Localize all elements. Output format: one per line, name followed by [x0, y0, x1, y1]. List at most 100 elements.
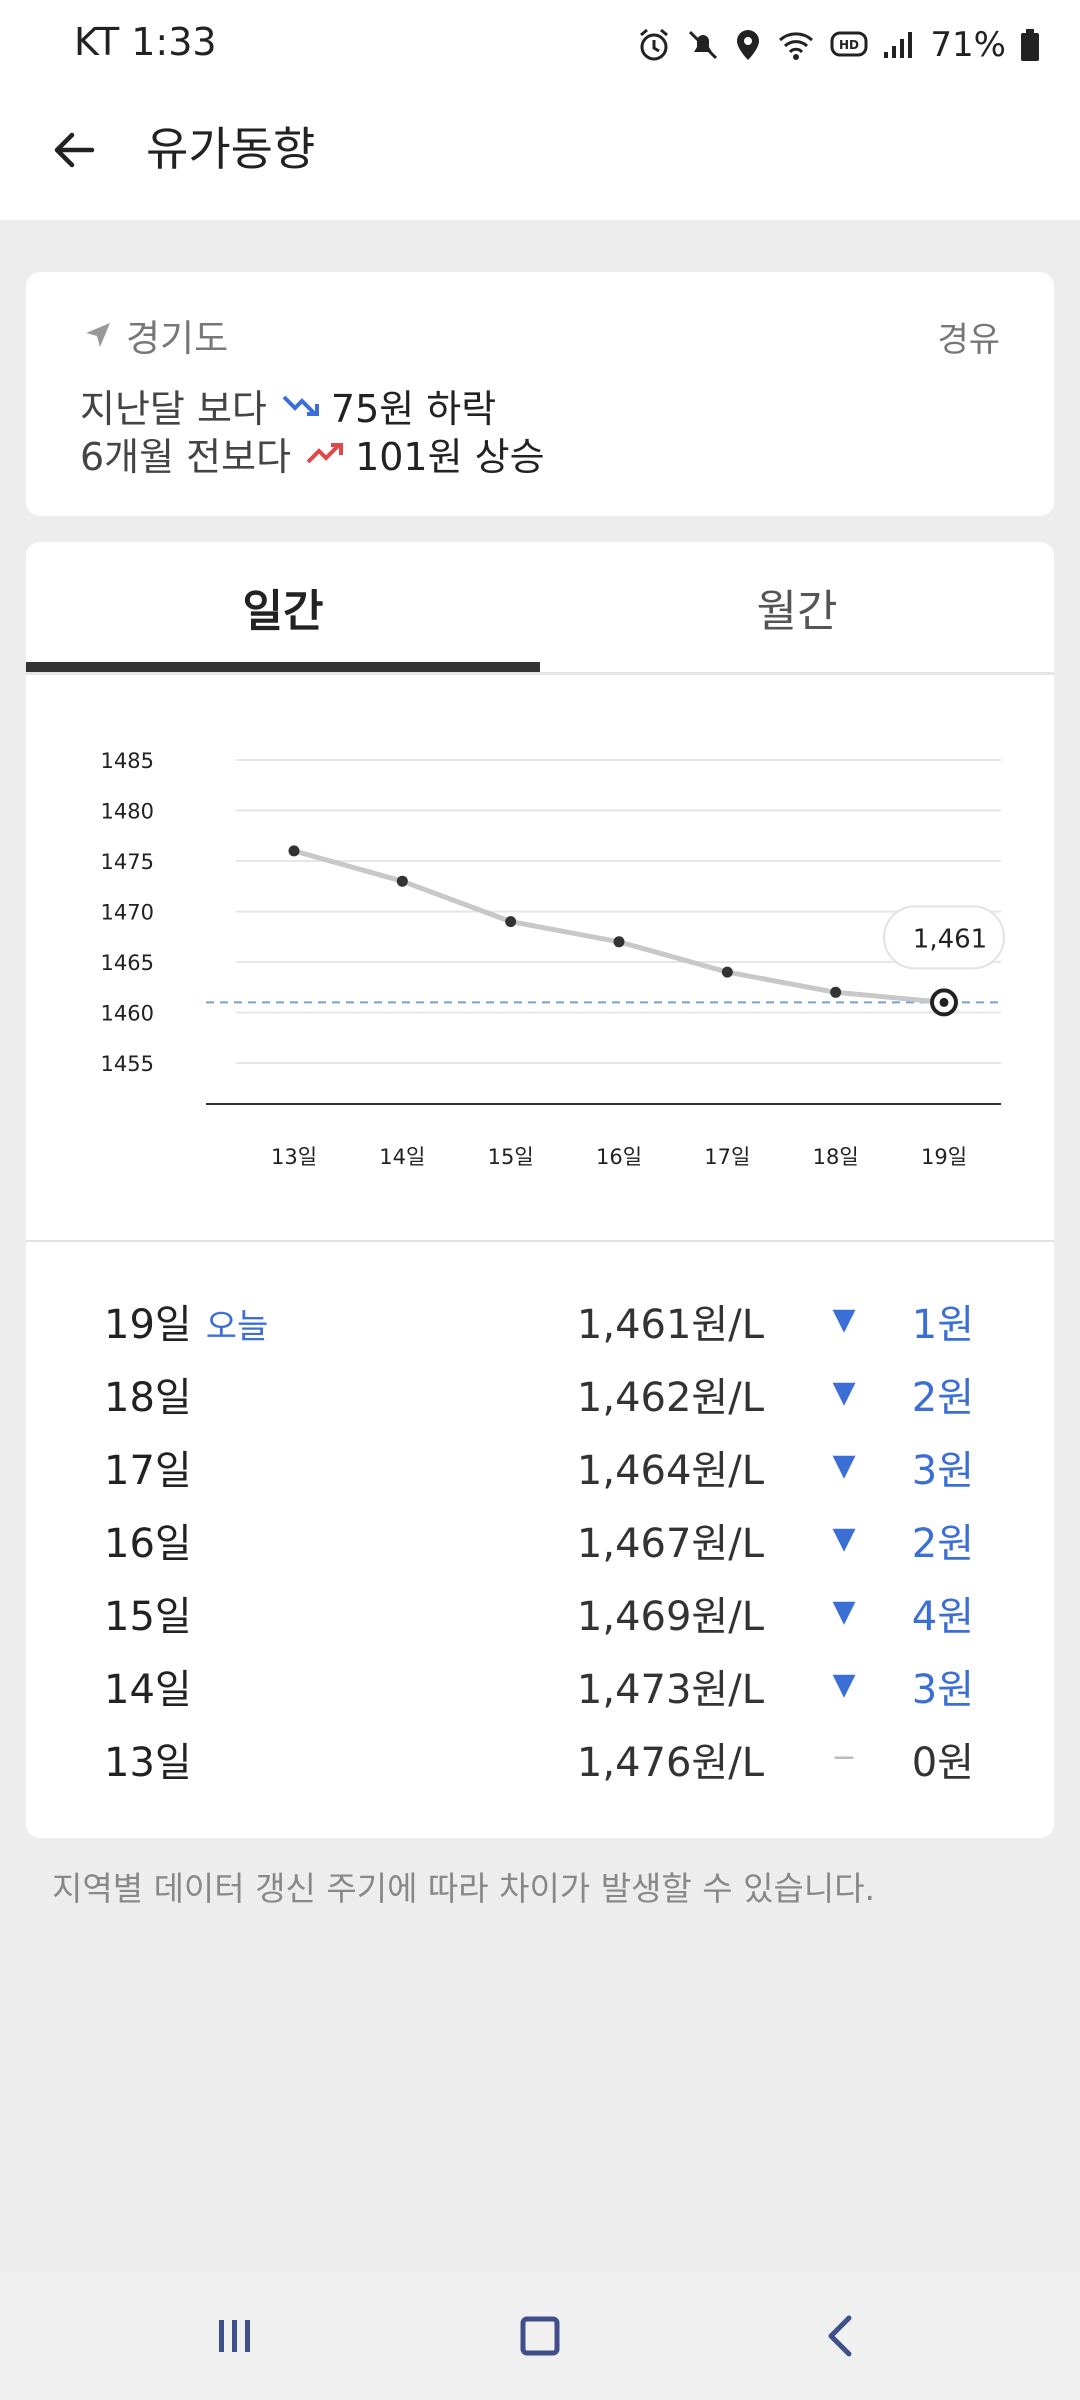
y-tick-label: 1475	[101, 850, 154, 874]
arrow-left-icon	[54, 132, 95, 168]
x-tick-label: 17일	[704, 1145, 750, 1169]
system-nav-bar	[0, 2272, 1080, 2400]
triangle-down-icon: ▼	[832, 1593, 856, 1629]
region-label: 경기도	[126, 317, 229, 360]
price-row-price: 1,467원/L	[576, 1521, 764, 1567]
app-bar: 유가동향	[0, 90, 1080, 220]
summary-card: 경기도 경유 지난달 보다 75원 하락 6개월 전보다 101원 상승	[26, 272, 1054, 516]
battery-icon	[1020, 28, 1040, 62]
location-arrow-icon	[86, 323, 110, 347]
series-line	[293, 848, 945, 1005]
triangle-down-icon: ▼	[832, 1301, 856, 1337]
value-callout-label: 1,461	[913, 924, 987, 954]
trend-down-icon	[281, 384, 321, 428]
dash-icon: −	[831, 1739, 857, 1775]
price-row-change: 3원	[911, 1667, 974, 1713]
price-row-day: 16일	[104, 1511, 192, 1569]
price-row-day-label: 13일	[104, 1740, 192, 1786]
period-tabs: 일간 월간	[26, 542, 1054, 675]
wifi-icon	[776, 28, 816, 62]
y-tick-label: 1465	[101, 951, 154, 975]
price-row: 19일 오늘 1,461원/L ▼ 1원	[26, 1282, 1054, 1355]
y-tick-label: 1470	[101, 901, 154, 925]
price-row-day: 15일	[104, 1584, 192, 1642]
x-tick-label: 19일	[921, 1145, 967, 1169]
price-row-change: 0원	[911, 1740, 974, 1786]
home-button[interactable]	[505, 2306, 575, 2366]
x-tick-label: 18일	[813, 1145, 859, 1169]
data-point	[613, 936, 625, 948]
x-tick-label: 14일	[379, 1145, 425, 1169]
page-title: 유가동향	[146, 122, 316, 176]
back-button[interactable]	[44, 120, 104, 180]
tab-indicator	[26, 662, 540, 672]
price-row-change: 2원	[911, 1521, 974, 1567]
triangle-down-icon: ▼	[832, 1447, 856, 1483]
price-row-day: 19일 오늘	[104, 1292, 268, 1350]
price-row-change: 2원	[911, 1375, 974, 1421]
triangle-down-icon: ▼	[832, 1666, 856, 1702]
price-row: 16일 1,467원/L ▼ 2원	[26, 1501, 1054, 1574]
price-chart: 1485 1480 1475 1470 1465 1460 1455 13일 14일 15일 16일…	[26, 676, 1054, 1240]
price-line-chart: 1485 1480 1475 1470 1465 1460 1455 13일 14일 15일 16일…	[101, 749, 1005, 1169]
triangle-down-icon: ▼	[832, 1374, 856, 1410]
alarm-icon	[636, 27, 672, 63]
price-row-day-label: 18일	[104, 1375, 192, 1421]
y-tick-label: 1485	[101, 749, 154, 773]
price-row-day: 14일	[104, 1657, 192, 1715]
price-row-price: 1,462원/L	[576, 1375, 764, 1421]
price-row: 13일 1,476원/L − 0원	[26, 1720, 1054, 1793]
recent-apps-icon	[219, 2320, 250, 2352]
compare-last-month-value: 75원 하락	[330, 387, 497, 431]
status-bar: KT 1:33 HD 71%	[0, 0, 1080, 90]
y-tick-label: 1455	[101, 1052, 154, 1076]
signal-icon	[882, 30, 916, 60]
data-point	[288, 845, 300, 857]
price-row-day: 13일	[104, 1730, 192, 1788]
selected-data-point-center	[939, 997, 949, 1007]
svg-text:HD: HD	[839, 38, 859, 52]
home-icon	[520, 2316, 560, 2356]
footnote: 지역별 데이터 갱신 주기에 따라 차이가 발생할 수 있습니다.	[52, 1869, 876, 1908]
price-row-change: 3원	[911, 1448, 974, 1494]
data-point	[830, 986, 842, 998]
price-row: 17일 1,464원/L ▼ 3원	[26, 1428, 1054, 1501]
price-row-price: 1,473원/L	[576, 1667, 764, 1713]
price-row-day: 18일	[104, 1365, 192, 1423]
price-row: 14일 1,473원/L ▼ 3원	[26, 1647, 1054, 1720]
data-point	[396, 875, 408, 887]
region-selector[interactable]: 경기도	[84, 308, 228, 362]
price-row-price: 1,469원/L	[576, 1594, 764, 1640]
daily-price-list: 19일 오늘 1,461원/L ▼ 1원 18일 1,462원/L ▼ 2원 17일 1,464원/…	[26, 1282, 1054, 1793]
price-row-change: 4원	[911, 1594, 974, 1640]
today-badge: 오늘	[205, 1307, 269, 1347]
x-tick-label: 15일	[488, 1145, 534, 1169]
price-row-price: 1,461원/L	[576, 1302, 764, 1348]
compare-last-month-label: 지난달 보다	[80, 387, 267, 431]
battery-percent: 71%	[930, 25, 1006, 65]
price-row-price: 1,464원/L	[576, 1448, 764, 1494]
tab-monthly[interactable]: 월간	[540, 542, 1054, 672]
recent-apps-button[interactable]	[200, 2306, 270, 2366]
price-row-change: 1원	[911, 1302, 974, 1348]
price-row-day-label: 19일	[104, 1302, 192, 1348]
fuel-type-selector[interactable]: 경유	[937, 312, 1000, 361]
price-row-day-label: 14일	[104, 1667, 192, 1713]
chevron-left-icon	[828, 2315, 852, 2357]
mute-icon	[686, 28, 720, 62]
trend-up-icon	[305, 432, 345, 476]
data-point	[505, 916, 517, 928]
price-row-day-label: 16일	[104, 1521, 192, 1567]
status-icons: HD 71%	[636, 20, 1040, 70]
data-point	[721, 966, 733, 978]
x-tick-label: 13일	[271, 1145, 317, 1169]
compare-six-months-label: 6개월 전보다	[80, 435, 292, 479]
divider	[26, 1240, 1054, 1242]
tab-daily[interactable]: 일간	[26, 542, 540, 672]
x-tick-label: 16일	[596, 1145, 642, 1169]
hd-voice-icon: HD	[830, 30, 868, 60]
compare-six-months: 6개월 전보다 101원 상승	[80, 426, 545, 481]
trend-card: 일간 월간 1485 1480 1475 1470 1465 1460 1455 13일 14일…	[26, 542, 1054, 1838]
compare-last-month: 지난달 보다 75원 하락	[80, 378, 496, 433]
nav-back-button[interactable]	[806, 2306, 876, 2366]
